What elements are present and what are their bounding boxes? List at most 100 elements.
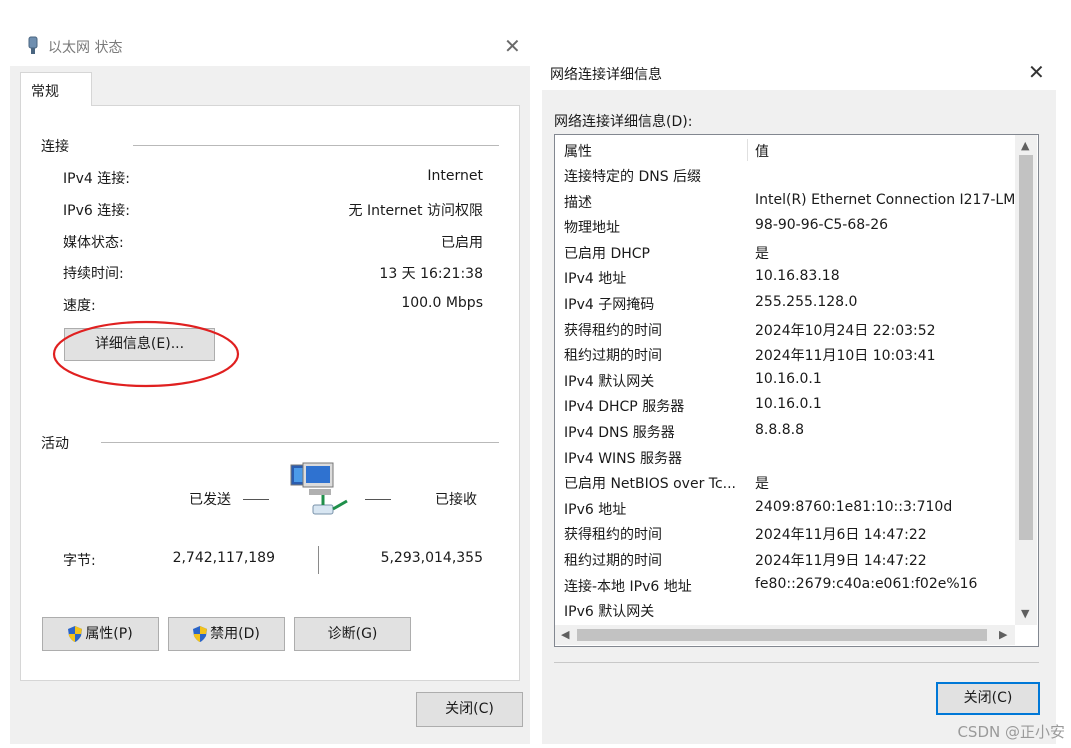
close-button[interactable]: 关闭(C) [416, 692, 523, 727]
ethernet-status-dialog: 以太网 状态 ✕ 常规 连接 IPv4 连接: Internet IPv6 连接… [10, 26, 530, 744]
property-name: 连接特定的 DNS 后缀 [564, 169, 702, 185]
list-body: 连接特定的 DNS 后缀描述 Intel(R) Ethernet Connecti… [555, 163, 1015, 625]
group-divider [101, 442, 499, 443]
properties-button[interactable]: 属性(P) [42, 617, 159, 651]
property-name: IPv4 DNS 服务器 [564, 425, 675, 441]
list-item[interactable]: 已启用 DHCP 是 [555, 240, 1015, 265]
vertical-scrollbar[interactable]: ▲ ▼ [1015, 135, 1037, 625]
network-connection-details-dialog: 网络连接详细信息 ✕ 网络连接详细信息(D): 属性 值 连接特定的 DNS 后… [542, 56, 1056, 744]
property-name: IPv4 默认网关 [564, 373, 655, 390]
list-item[interactable]: IPv6 默认网关 [555, 598, 1015, 623]
connection-group-title: 连接 [41, 139, 69, 155]
property-name: IPv6 地址 [564, 501, 627, 518]
tab-label: 常规 [31, 84, 59, 100]
footer-divider [554, 662, 1039, 663]
property-value: 2024年11月6日 14:47:22 [755, 527, 927, 544]
close-icon[interactable]: ✕ [1028, 62, 1045, 82]
received-label: 已接收 [435, 492, 477, 508]
property-value: 10.16.0.1 [755, 370, 822, 387]
list-item[interactable]: 租约过期的时间 2024年11月9日 14:47:22 [555, 547, 1015, 572]
property-name: 已启用 DHCP [564, 245, 650, 262]
group-divider [133, 145, 499, 146]
list-item[interactable]: 已启用 NetBIOS over Tc... 是 [555, 470, 1015, 495]
list-item[interactable]: IPv4 子网掩码 255.255.128.0 [555, 291, 1015, 316]
ipv6-connectivity-label: IPv6 连接: [63, 203, 130, 219]
scroll-right-icon[interactable]: ▶ [999, 628, 1007, 641]
general-panel: 连接 IPv4 连接: Internet IPv6 连接: 无 Internet… [20, 105, 520, 681]
bytes-received-value: 5,293,014,355 [380, 550, 483, 566]
list-item[interactable]: 获得租约的时间 2024年10月24日 22:03:52 [555, 317, 1015, 342]
vertical-scroll-thumb[interactable] [1019, 155, 1033, 540]
bytes-sent-value: 2,742,117,189 [172, 550, 275, 566]
property-value: 8.8.8.8 [755, 422, 804, 438]
speed-value: 100.0 Mbps [401, 295, 483, 311]
horizontal-scrollbar[interactable]: ◀ ▶ [555, 625, 1015, 645]
column-divider[interactable] [747, 139, 748, 161]
scroll-up-icon[interactable]: ▲ [1021, 139, 1029, 152]
sent-dash [243, 499, 269, 500]
duration-value: 13 天 16:21:38 [379, 266, 483, 282]
watermark: CSDN @正小安 [957, 723, 1065, 741]
property-name: 连接-本地 IPv6 地址 [564, 578, 692, 595]
property-name: IPv4 地址 [564, 271, 627, 288]
list-item[interactable]: 租约过期的时间 2024年11月10日 10:03:41 [555, 342, 1015, 367]
property-value: 10.16.0.1 [755, 396, 822, 413]
properties-button-label: 属性(P) [85, 626, 133, 642]
column-header-property[interactable]: 属性 [564, 141, 592, 161]
property-value: 98-90-96-C5-68-26 [755, 217, 889, 234]
disable-button[interactable]: 禁用(D) [168, 617, 285, 651]
list-item[interactable]: 物理地址 98-90-96-C5-68-26 [555, 214, 1015, 239]
list-item[interactable]: IPv4 WINS 服务器 [555, 445, 1015, 470]
property-name: 描述 [564, 194, 592, 211]
property-name: IPv4 子网掩码 [564, 297, 655, 313]
diagnose-button-label: 诊断(G) [327, 626, 378, 642]
details-list-label: 网络连接详细信息(D): [554, 114, 693, 130]
list-item[interactable]: 描述 Intel(R) Ethernet Connection I217-LM [555, 189, 1015, 214]
list-item[interactable]: 连接特定的 DNS 后缀 [555, 163, 1015, 188]
property-value: 2024年11月10日 10:03:41 [755, 348, 936, 365]
property-value: 是 [755, 245, 769, 262]
duration-label: 持续时间: [63, 266, 124, 282]
network-computers-icon [290, 462, 348, 515]
received-dash [365, 499, 391, 500]
list-item[interactable]: 连接-本地 IPv6 地址 fe80::2679:c40a:e061:f02e%1… [555, 573, 1015, 598]
property-name: IPv4 DHCP 服务器 [564, 399, 685, 416]
red-annotation-circle [52, 320, 240, 388]
speed-label: 速度: [63, 298, 96, 314]
tab-general[interactable]: 常规 [20, 72, 92, 106]
diagnose-button[interactable]: 诊断(G) [294, 617, 411, 651]
property-value: 2409:8760:1e81:10::3:710d [755, 498, 953, 515]
horizontal-scroll-thumb[interactable] [577, 629, 987, 641]
list-item[interactable]: 获得租约的时间 2024年11月6日 14:47:22 [555, 521, 1015, 546]
property-value: 是 [755, 476, 769, 493]
property-value: 10.16.83.18 [755, 268, 840, 285]
details-list[interactable]: 属性 值 连接特定的 DNS 后缀描述 Intel(R) Ethernet Con… [554, 134, 1039, 647]
property-name: IPv4 WINS 服务器 [564, 450, 682, 467]
property-value: 255.255.128.0 [755, 294, 858, 310]
list-item[interactable]: IPv4 地址 10.16.83.18 [555, 265, 1015, 290]
list-item[interactable]: IPv4 DHCP 服务器 10.16.0.1 [555, 393, 1015, 418]
property-name: 获得租约的时间 [564, 527, 662, 544]
close-icon[interactable]: ✕ [504, 36, 521, 56]
details-close-button[interactable]: 关闭(C) [936, 682, 1040, 715]
property-name: 已启用 NetBIOS over Tc... [564, 476, 737, 493]
title-bar: 以太网 状态 ✕ [10, 26, 530, 66]
close-button-label: 关闭(C) [963, 690, 1013, 706]
ipv4-connectivity-label: IPv4 连接: [63, 171, 130, 187]
list-item[interactable]: IPv4 默认网关 10.16.0.1 [555, 368, 1015, 393]
activity-group-title: 活动 [41, 436, 69, 452]
uac-shield-icon [193, 626, 208, 642]
property-name: 获得租约的时间 [564, 322, 662, 339]
close-button-label: 关闭(C) [445, 701, 494, 717]
dialog-title: 网络连接详细信息 [550, 67, 662, 83]
scroll-down-icon[interactable]: ▼ [1021, 607, 1029, 620]
list-item[interactable]: IPv6 地址 2409:8760:1e81:10::3:710d [555, 496, 1015, 521]
bytes-label: 字节: [63, 553, 96, 569]
uac-shield-icon [68, 626, 83, 642]
property-value: 2024年10月24日 22:03:52 [755, 322, 936, 339]
scroll-left-icon[interactable]: ◀ [561, 628, 569, 641]
list-item[interactable]: IPv4 DNS 服务器 8.8.8.8 [555, 419, 1015, 444]
property-name: IPv6 默认网关 [564, 604, 655, 621]
disable-button-label: 禁用(D) [210, 626, 260, 642]
column-header-value[interactable]: 值 [755, 141, 769, 161]
